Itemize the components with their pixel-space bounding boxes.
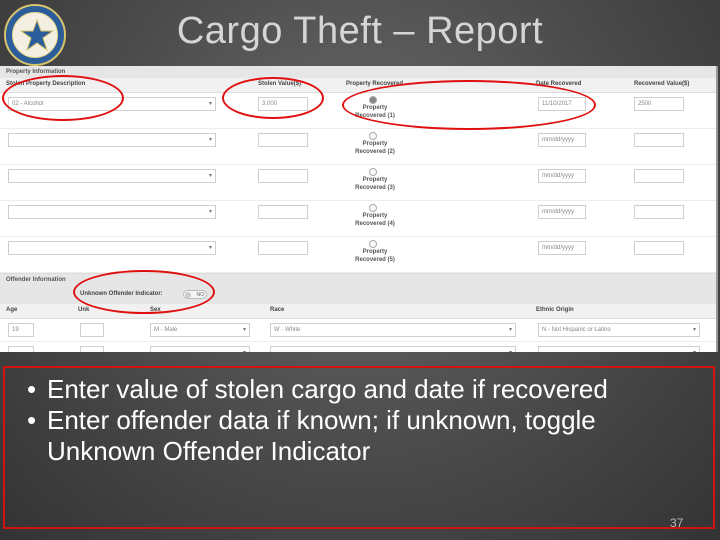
offender-row: 19 M - Male W - White N - Not Hispanic or L… — [0, 319, 716, 342]
property-recovered-radio[interactable] — [369, 204, 377, 212]
ethnic-origin-select[interactable] — [538, 346, 700, 352]
col-recovered-value: Recovered Value($) — [634, 81, 690, 87]
property-section-header: Property Information — [0, 66, 716, 78]
highlight-description — [2, 75, 124, 121]
property-recovered-radio[interactable] — [369, 240, 377, 248]
age-input[interactable] — [8, 346, 34, 352]
highlight-unknown-offender — [73, 270, 215, 314]
race-select[interactable] — [270, 346, 516, 352]
bullet-item: Enter value of stolen cargo and date if … — [27, 374, 703, 405]
bullet-item: Enter offender data if known; if unknown… — [27, 405, 703, 467]
ethnic-origin-select[interactable]: N - Not Hispanic or Latino — [538, 323, 700, 337]
race-select[interactable]: W - White — [270, 323, 516, 337]
property-row: Property Recovered (4) mm/dd/yyyy — [0, 201, 716, 237]
recovered-value-input[interactable]: 2500 — [634, 97, 684, 111]
col-race: Race — [270, 307, 285, 313]
date-recovered-input[interactable]: mm/dd/yyyy — [538, 241, 586, 255]
sex-select[interactable]: M - Male — [150, 323, 250, 337]
property-recovered-label: Property Recovered (5) — [355, 249, 395, 263]
property-description-select[interactable] — [8, 205, 216, 219]
col-ethnic-origin: Ethnic Origin — [536, 307, 574, 313]
property-description-select[interactable] — [8, 169, 216, 183]
property-recovered-radio[interactable] — [369, 168, 377, 176]
stolen-value-input[interactable] — [258, 133, 308, 147]
age-unknown-input[interactable] — [80, 323, 104, 337]
slide-title: Cargo Theft – Report — [176, 10, 544, 52]
col-unknown: Unk — [78, 307, 90, 313]
stolen-value-input[interactable] — [258, 241, 308, 255]
highlight-recovered-date — [342, 80, 596, 130]
property-row: Property Recovered (2) mm/dd/yyyy — [0, 129, 716, 165]
age-unknown-input[interactable] — [80, 346, 104, 352]
property-recovered-label: Property Recovered (3) — [355, 177, 395, 191]
recovered-value-input[interactable] — [634, 205, 684, 219]
property-description-select[interactable] — [8, 133, 216, 147]
age-input[interactable]: 19 — [8, 323, 34, 337]
property-recovered-radio[interactable] — [369, 132, 377, 140]
property-recovered-label: Property Recovered (4) — [355, 213, 395, 227]
date-recovered-input[interactable]: mm/dd/yyyy — [538, 133, 586, 147]
highlight-stolen-value — [222, 77, 324, 119]
sex-select[interactable] — [150, 346, 250, 352]
page-number: 37 — [670, 516, 684, 530]
property-recovered-label: Property Recovered (2) — [355, 141, 395, 155]
recovered-value-input[interactable] — [634, 241, 684, 255]
recovered-value-input[interactable] — [634, 133, 684, 147]
date-recovered-input[interactable]: mm/dd/yyyy — [538, 169, 586, 183]
property-description-select[interactable] — [8, 241, 216, 255]
stolen-value-input[interactable] — [258, 205, 308, 219]
bullet-box: Enter value of stolen cargo and date if … — [3, 366, 715, 529]
offender-row — [0, 342, 716, 352]
offender-section-label: Offender Information — [6, 277, 66, 283]
property-row: Property Recovered (3) mm/dd/yyyy — [0, 165, 716, 201]
form-screenshot: Property Information Stolen Property Des… — [0, 66, 718, 352]
property-row: Property Recovered (5) mm/dd/yyyy — [0, 237, 716, 273]
stolen-value-input[interactable] — [258, 169, 308, 183]
col-age: Age — [6, 307, 18, 313]
recovered-value-input[interactable] — [634, 169, 684, 183]
date-recovered-input[interactable]: mm/dd/yyyy — [538, 205, 586, 219]
